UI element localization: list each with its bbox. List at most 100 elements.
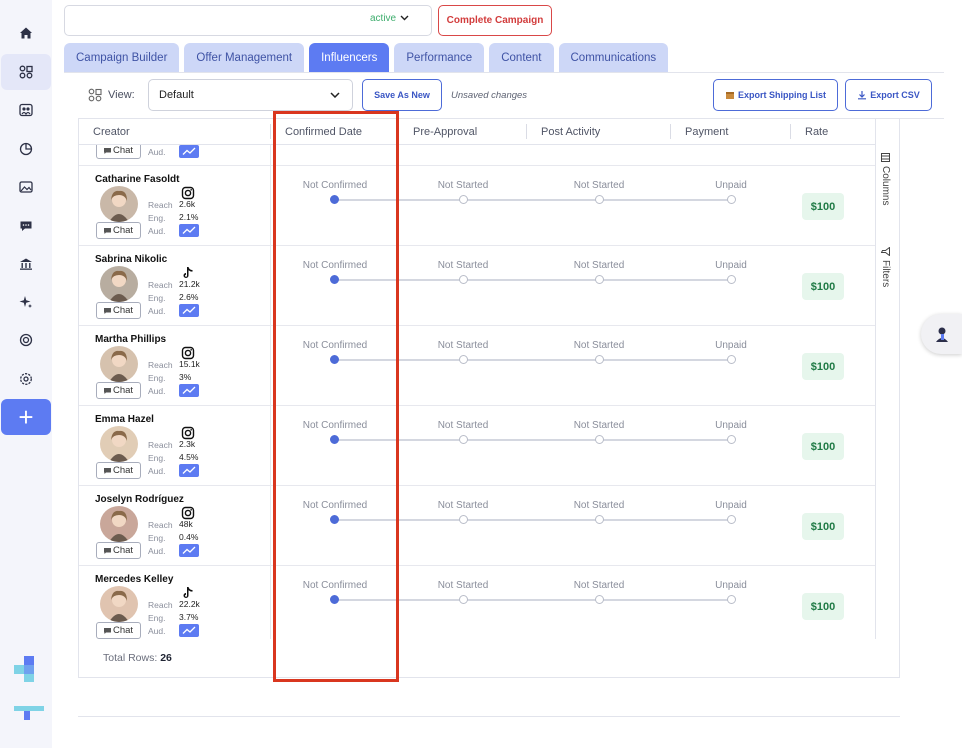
avatar[interactable]: [100, 266, 138, 302]
tab-offer-management[interactable]: Offer Management: [184, 43, 305, 72]
audience-chart-button[interactable]: [179, 145, 199, 158]
progress-step-dot[interactable]: [330, 515, 339, 524]
home-icon[interactable]: [1, 15, 51, 51]
progress-step-dot[interactable]: [727, 435, 736, 444]
analytics-icon[interactable]: [1, 131, 51, 167]
progress-step-dot[interactable]: [459, 355, 468, 364]
column-header-rate[interactable]: Rate: [805, 126, 828, 138]
progress-step-dot[interactable]: [459, 275, 468, 284]
column-header-pre-approval[interactable]: Pre-Approval: [413, 126, 477, 138]
creator-name[interactable]: Joselyn Rodríguez: [95, 494, 184, 505]
creator-name[interactable]: Emma Hazel: [95, 414, 154, 425]
table-row[interactable]: Sabrina Nikolic Reach 21.2k Eng. 2.6% Au…: [79, 246, 875, 326]
rate-value[interactable]: $100: [802, 353, 844, 380]
rate-value[interactable]: $100: [802, 593, 844, 620]
campaign-status-dropdown[interactable]: active: [370, 13, 409, 24]
column-resizer[interactable]: [790, 124, 791, 139]
creator-name[interactable]: Martha Phillips: [95, 334, 166, 345]
chat-button[interactable]: Chat: [96, 302, 141, 319]
avatar[interactable]: [100, 346, 138, 382]
sparkle-icon[interactable]: [1, 284, 51, 320]
tab-communications[interactable]: Communications: [558, 43, 669, 72]
chat-button[interactable]: Chat: [96, 222, 141, 239]
audience-chart-button[interactable]: [179, 464, 199, 477]
settings-icon[interactable]: [1, 361, 51, 397]
progress-step-dot[interactable]: [330, 435, 339, 444]
add-icon[interactable]: +: [1, 399, 51, 435]
column-header-confirmed-date[interactable]: Confirmed Date: [285, 126, 362, 138]
view-select[interactable]: Default: [148, 79, 353, 111]
tab-content[interactable]: Content: [489, 43, 554, 72]
progress-step-dot[interactable]: [595, 515, 604, 524]
messages-icon[interactable]: [1, 208, 51, 244]
progress-step-dot[interactable]: [727, 595, 736, 604]
progress-step-dot[interactable]: [727, 195, 736, 204]
progress-step-dot[interactable]: [595, 195, 604, 204]
support-chat-launcher[interactable]: [921, 314, 962, 354]
rate-value[interactable]: $100: [802, 513, 844, 540]
avatar[interactable]: [100, 506, 138, 542]
export-shipping-list-button[interactable]: Export Shipping List: [713, 79, 838, 111]
progress-step-dot[interactable]: [330, 355, 339, 364]
save-as-new-button[interactable]: Save As New: [362, 79, 442, 111]
chat-button[interactable]: Chat: [96, 382, 141, 399]
audience-chart-button[interactable]: [179, 224, 199, 237]
target-icon[interactable]: [1, 322, 51, 358]
tiktok-icon[interactable]: [181, 266, 195, 280]
creators-icon[interactable]: [1, 92, 51, 128]
instagram-icon[interactable]: [181, 186, 195, 200]
audience-chart-button[interactable]: [179, 624, 199, 637]
progress-step-dot[interactable]: [330, 595, 339, 604]
avatar[interactable]: [100, 426, 138, 462]
campaigns-icon[interactable]: [1, 54, 51, 90]
column-header-creator[interactable]: Creator: [93, 126, 130, 138]
table-row[interactable]: Catharine Fasoldt Reach 2.6k Eng. 2.1% A…: [79, 166, 875, 246]
columns-panel-toggle[interactable]: Columns: [880, 153, 891, 205]
bank-icon[interactable]: [1, 246, 51, 282]
table-row[interactable]: Mercedes Kelley Reach 22.2k Eng. 3.7% Au…: [79, 566, 875, 639]
media-icon[interactable]: [1, 169, 51, 205]
audience-chart-button[interactable]: [179, 544, 199, 557]
table-row[interactable]: Emma Hazel Reach 2.3k Eng. 4.5% Aud. Cha…: [79, 406, 875, 486]
progress-step-dot[interactable]: [595, 275, 604, 284]
progress-step-dot[interactable]: [595, 355, 604, 364]
column-header-post-activity[interactable]: Post Activity: [541, 126, 600, 138]
progress-step-dot[interactable]: [330, 195, 339, 204]
progress-step-dot[interactable]: [727, 275, 736, 284]
progress-step-dot[interactable]: [595, 595, 604, 604]
progress-step-dot[interactable]: [459, 435, 468, 444]
progress-step-dot[interactable]: [459, 515, 468, 524]
table-row[interactable]: Joselyn Rodríguez Reach 48k Eng. 0.4% Au…: [79, 486, 875, 566]
creator-name[interactable]: Sabrina Nikolic: [95, 254, 167, 265]
filters-panel-toggle[interactable]: Filters: [880, 247, 891, 287]
tab-influencers[interactable]: Influencers: [309, 43, 390, 72]
avatar[interactable]: [100, 186, 138, 222]
tiktok-icon[interactable]: [181, 586, 195, 600]
column-resizer[interactable]: [270, 124, 271, 139]
export-csv-button[interactable]: Export CSV: [845, 79, 932, 111]
avatar[interactable]: [100, 586, 138, 622]
rate-value[interactable]: $100: [802, 193, 844, 220]
creator-name[interactable]: Catharine Fasoldt: [95, 174, 179, 185]
tab-performance[interactable]: Performance: [394, 43, 485, 72]
chat-button[interactable]: Chat: [96, 622, 141, 639]
tab-campaign-builder[interactable]: Campaign Builder: [64, 43, 180, 72]
column-resizer[interactable]: [526, 124, 527, 139]
creator-name[interactable]: Mercedes Kelley: [95, 574, 173, 585]
audience-chart-button[interactable]: [179, 304, 199, 317]
column-resizer[interactable]: [398, 124, 399, 139]
complete-campaign-button[interactable]: Complete Campaign: [438, 5, 552, 36]
chat-button[interactable]: Chat: [96, 462, 141, 479]
chat-button[interactable]: Chat: [96, 542, 141, 559]
progress-step-dot[interactable]: [459, 595, 468, 604]
chat-button[interactable]: Chat: [96, 145, 141, 159]
column-header-payment[interactable]: Payment: [685, 126, 728, 138]
progress-step-dot[interactable]: [595, 435, 604, 444]
instagram-icon[interactable]: [181, 426, 195, 440]
progress-step-dot[interactable]: [330, 275, 339, 284]
progress-step-dot[interactable]: [459, 195, 468, 204]
instagram-icon[interactable]: [181, 346, 195, 360]
column-resizer[interactable]: [670, 124, 671, 139]
rate-value[interactable]: $100: [802, 433, 844, 460]
progress-step-dot[interactable]: [727, 515, 736, 524]
